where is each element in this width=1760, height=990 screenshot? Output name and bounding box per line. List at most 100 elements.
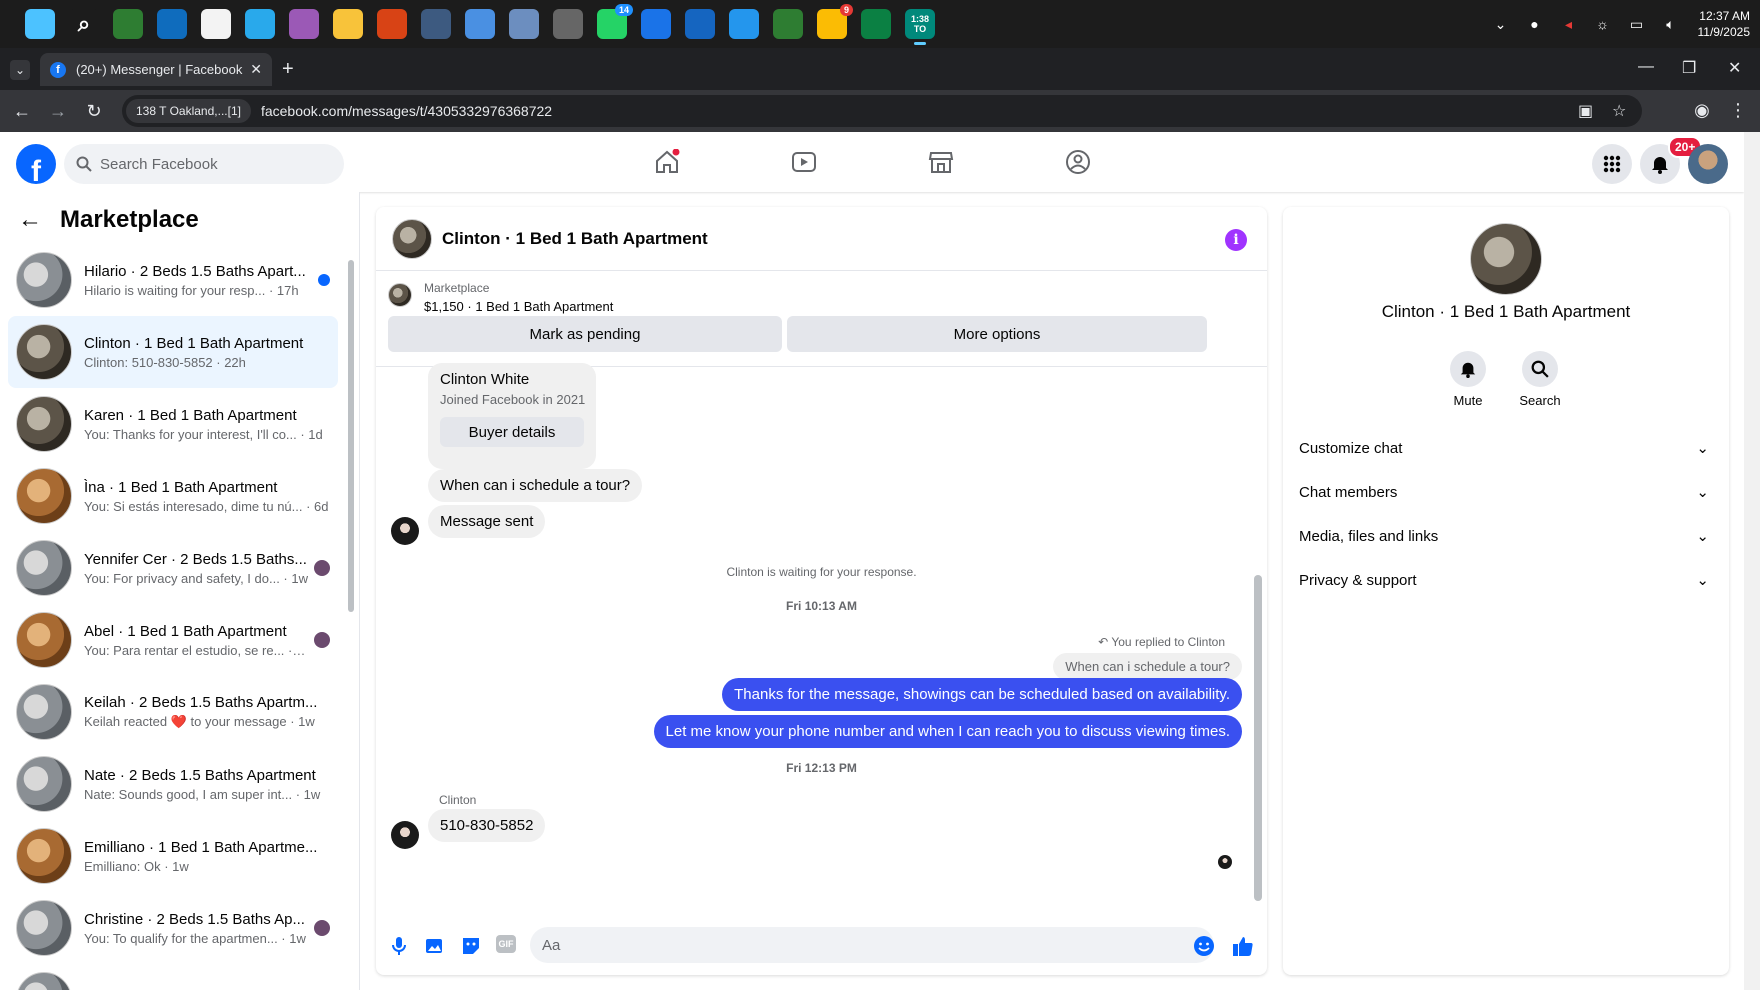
site-info-chip[interactable]: 138 T Oakland,...[1] — [126, 99, 251, 123]
file-explorer-icon[interactable] — [333, 9, 363, 39]
chat-list-item[interactable]: Marquise Kaye · 2 Beds 1.5 Ba... — [8, 964, 338, 990]
chat-info-avatar[interactable] — [1470, 223, 1542, 295]
speaker-icon[interactable]: 🔈︎ — [1661, 14, 1681, 34]
media-player-icon[interactable] — [377, 9, 407, 39]
gif-icon[interactable]: GIF — [496, 935, 516, 953]
cassette-icon[interactable] — [861, 9, 891, 39]
page-scrollbar[interactable] — [1744, 132, 1760, 990]
chat-list-item[interactable]: Keilah · 2 Beds 1.5 Baths Apartm... Keila… — [8, 676, 338, 748]
apps-menu-icon[interactable] — [1592, 144, 1632, 184]
marketplace-icon[interactable] — [925, 146, 957, 178]
mark-pending-button[interactable]: Mark as pending — [388, 316, 782, 352]
lens-icon[interactable] — [641, 9, 671, 39]
incoming-message[interactable]: 510-830-5852 — [428, 809, 546, 842]
mute-button[interactable]: Mute — [1438, 351, 1498, 408]
chat-list-item[interactable]: Yennifer Cer · 2 Beds 1.5 Baths... You: F… — [8, 532, 338, 604]
tab-search-icon[interactable]: ⌄ — [10, 60, 30, 80]
pinwheel-icon[interactable] — [553, 9, 583, 39]
windows-start-icon[interactable] — [25, 9, 55, 39]
brightness-icon[interactable]: ☼ — [1593, 14, 1613, 34]
groups-icon[interactable] — [1062, 146, 1094, 178]
media-files-links-section[interactable]: Media, files and links ⌄ — [1299, 516, 1713, 556]
photo-icon[interactable] — [424, 935, 446, 957]
address-bar[interactable]: 138 T Oakland,...[1] facebook.com/messag… — [122, 95, 1642, 127]
buyer-details-button[interactable]: Buyer details — [440, 417, 584, 447]
browser-tab[interactable]: f (20+) Messenger | Facebook ✕ — [40, 53, 272, 86]
security-icon[interactable]: ● — [1525, 14, 1545, 34]
listing-thumbnail[interactable] — [388, 283, 412, 307]
emoji-icon[interactable] — [1193, 935, 1215, 957]
bookmark-star-icon[interactable]: ☆ — [1612, 101, 1626, 121]
chat-list-item[interactable]: Nate · 2 Beds 1.5 Baths Apartment Nate: S… — [8, 748, 338, 820]
network-icon[interactable]: ▭ — [1627, 14, 1647, 34]
browser-menu-icon[interactable]: ⋮ — [1720, 100, 1756, 121]
docker-icon[interactable] — [729, 9, 759, 39]
chat-members-section[interactable]: Chat members ⌄ — [1299, 472, 1713, 512]
whatsapp-icon[interactable]: 14 — [597, 4, 633, 39]
info-icon[interactable]: i — [1225, 229, 1247, 251]
forward-icon[interactable]: → — [40, 101, 76, 122]
close-window-icon[interactable]: ✕ — [1728, 58, 1741, 78]
notepad-icon[interactable] — [465, 9, 495, 39]
message-input[interactable] — [530, 927, 1214, 963]
minimize-icon[interactable]: — — [1638, 58, 1654, 76]
back-arrow-icon[interactable]: ← — [18, 206, 42, 234]
facebook-search[interactable] — [64, 144, 344, 184]
thumbs-up-icon[interactable] — [1232, 935, 1254, 957]
customize-chat-section[interactable]: Customize chat ⌄ — [1299, 428, 1713, 468]
chat-list-item[interactable]: Christine · 2 Beds 1.5 Baths Ap... You: T… — [8, 892, 338, 964]
outgoing-message[interactable]: Let me know your phone number and when I… — [653, 715, 1242, 748]
telegram-icon[interactable] — [245, 9, 275, 39]
profile-icon[interactable]: ◉ — [1684, 100, 1720, 121]
snipping-tool-icon[interactable] — [509, 9, 539, 39]
chrome-icon[interactable]: 9 — [817, 4, 853, 39]
terminal-icon[interactable] — [421, 9, 451, 39]
search-input[interactable] — [100, 155, 320, 173]
install-app-icon[interactable]: ▣ — [1578, 101, 1593, 121]
chat-list-item[interactable]: Ìna · 1 Bed 1 Bath Apartment You: Si está… — [8, 460, 338, 532]
incoming-message[interactable]: Message sent — [428, 505, 546, 538]
account-avatar[interactable] — [1688, 144, 1728, 184]
search-in-chat-button[interactable]: Search — [1510, 351, 1570, 408]
microphone-icon[interactable] — [388, 935, 410, 957]
chat-list-scrollbar[interactable] — [348, 260, 354, 612]
chat-list-item[interactable]: Clinton · 1 Bed 1 Bath Apartment Clinton:… — [8, 316, 338, 388]
reload-icon[interactable]: ↻ — [76, 101, 112, 122]
restore-icon[interactable]: ❐ — [1682, 58, 1696, 78]
chat-thumbnail — [16, 684, 72, 740]
conversation-avatar[interactable] — [392, 218, 432, 259]
outlook-icon[interactable] — [157, 9, 187, 39]
home-icon[interactable] — [651, 146, 683, 178]
incoming-message[interactable]: When can i schedule a tour? — [428, 469, 643, 502]
clock[interactable]: 12:37 AM 11/9/2025 — [1698, 8, 1751, 40]
more-options-button[interactable]: More options — [787, 316, 1207, 352]
facebook-logo-icon[interactable]: f — [16, 144, 56, 184]
back-icon[interactable]: ← — [4, 101, 40, 122]
volume-muted-icon[interactable]: ◂ — [1559, 14, 1579, 34]
sailboat-icon[interactable] — [685, 9, 715, 39]
video-icon[interactable] — [788, 146, 820, 178]
microsoft-store-icon[interactable] — [201, 9, 231, 39]
quoted-message[interactable]: When can i schedule a tour? — [1053, 653, 1242, 680]
url-text[interactable]: facebook.com/messages/t/4305332976368722 — [261, 103, 552, 119]
sender-avatar[interactable] — [391, 821, 419, 849]
chat-list-item[interactable]: Abel · 1 Bed 1 Bath Apartment You: Para r… — [8, 604, 338, 676]
listing-title[interactable]: $1,150 · 1 Bed 1 Bath Apartment — [424, 299, 613, 314]
lock-app-icon[interactable] — [773, 9, 803, 39]
chat-list-item[interactable]: Karen · 1 Bed 1 Bath Apartment You: Thank… — [8, 388, 338, 460]
sticker-icon[interactable] — [460, 935, 482, 957]
search-icon[interactable]: ⌕ — [69, 9, 99, 39]
chevron-up-icon[interactable]: ⌄ — [1491, 14, 1511, 34]
calendar-app-icon[interactable]: 1:38 TO — [905, 9, 935, 45]
privacy-support-section[interactable]: Privacy & support ⌄ — [1299, 560, 1713, 600]
conversation-title[interactable]: Clinton · 1 Bed 1 Bath Apartment — [442, 229, 708, 249]
sender-avatar[interactable] — [391, 517, 419, 545]
chat-list-item[interactable]: Hilario · 2 Beds 1.5 Baths Apart... Hilar… — [8, 244, 338, 316]
outgoing-message[interactable]: Thanks for the message, showings can be … — [722, 678, 1242, 711]
new-tab-icon[interactable]: + — [282, 58, 294, 81]
chat-list-item[interactable]: Emilliano · 1 Bed 1 Bath Apartme... Emill… — [8, 820, 338, 892]
thread-scrollbar[interactable] — [1254, 575, 1262, 901]
color-picker-icon[interactable] — [289, 9, 319, 39]
close-tab-icon[interactable]: ✕ — [250, 61, 262, 78]
edge-copilot-icon[interactable] — [113, 9, 143, 39]
